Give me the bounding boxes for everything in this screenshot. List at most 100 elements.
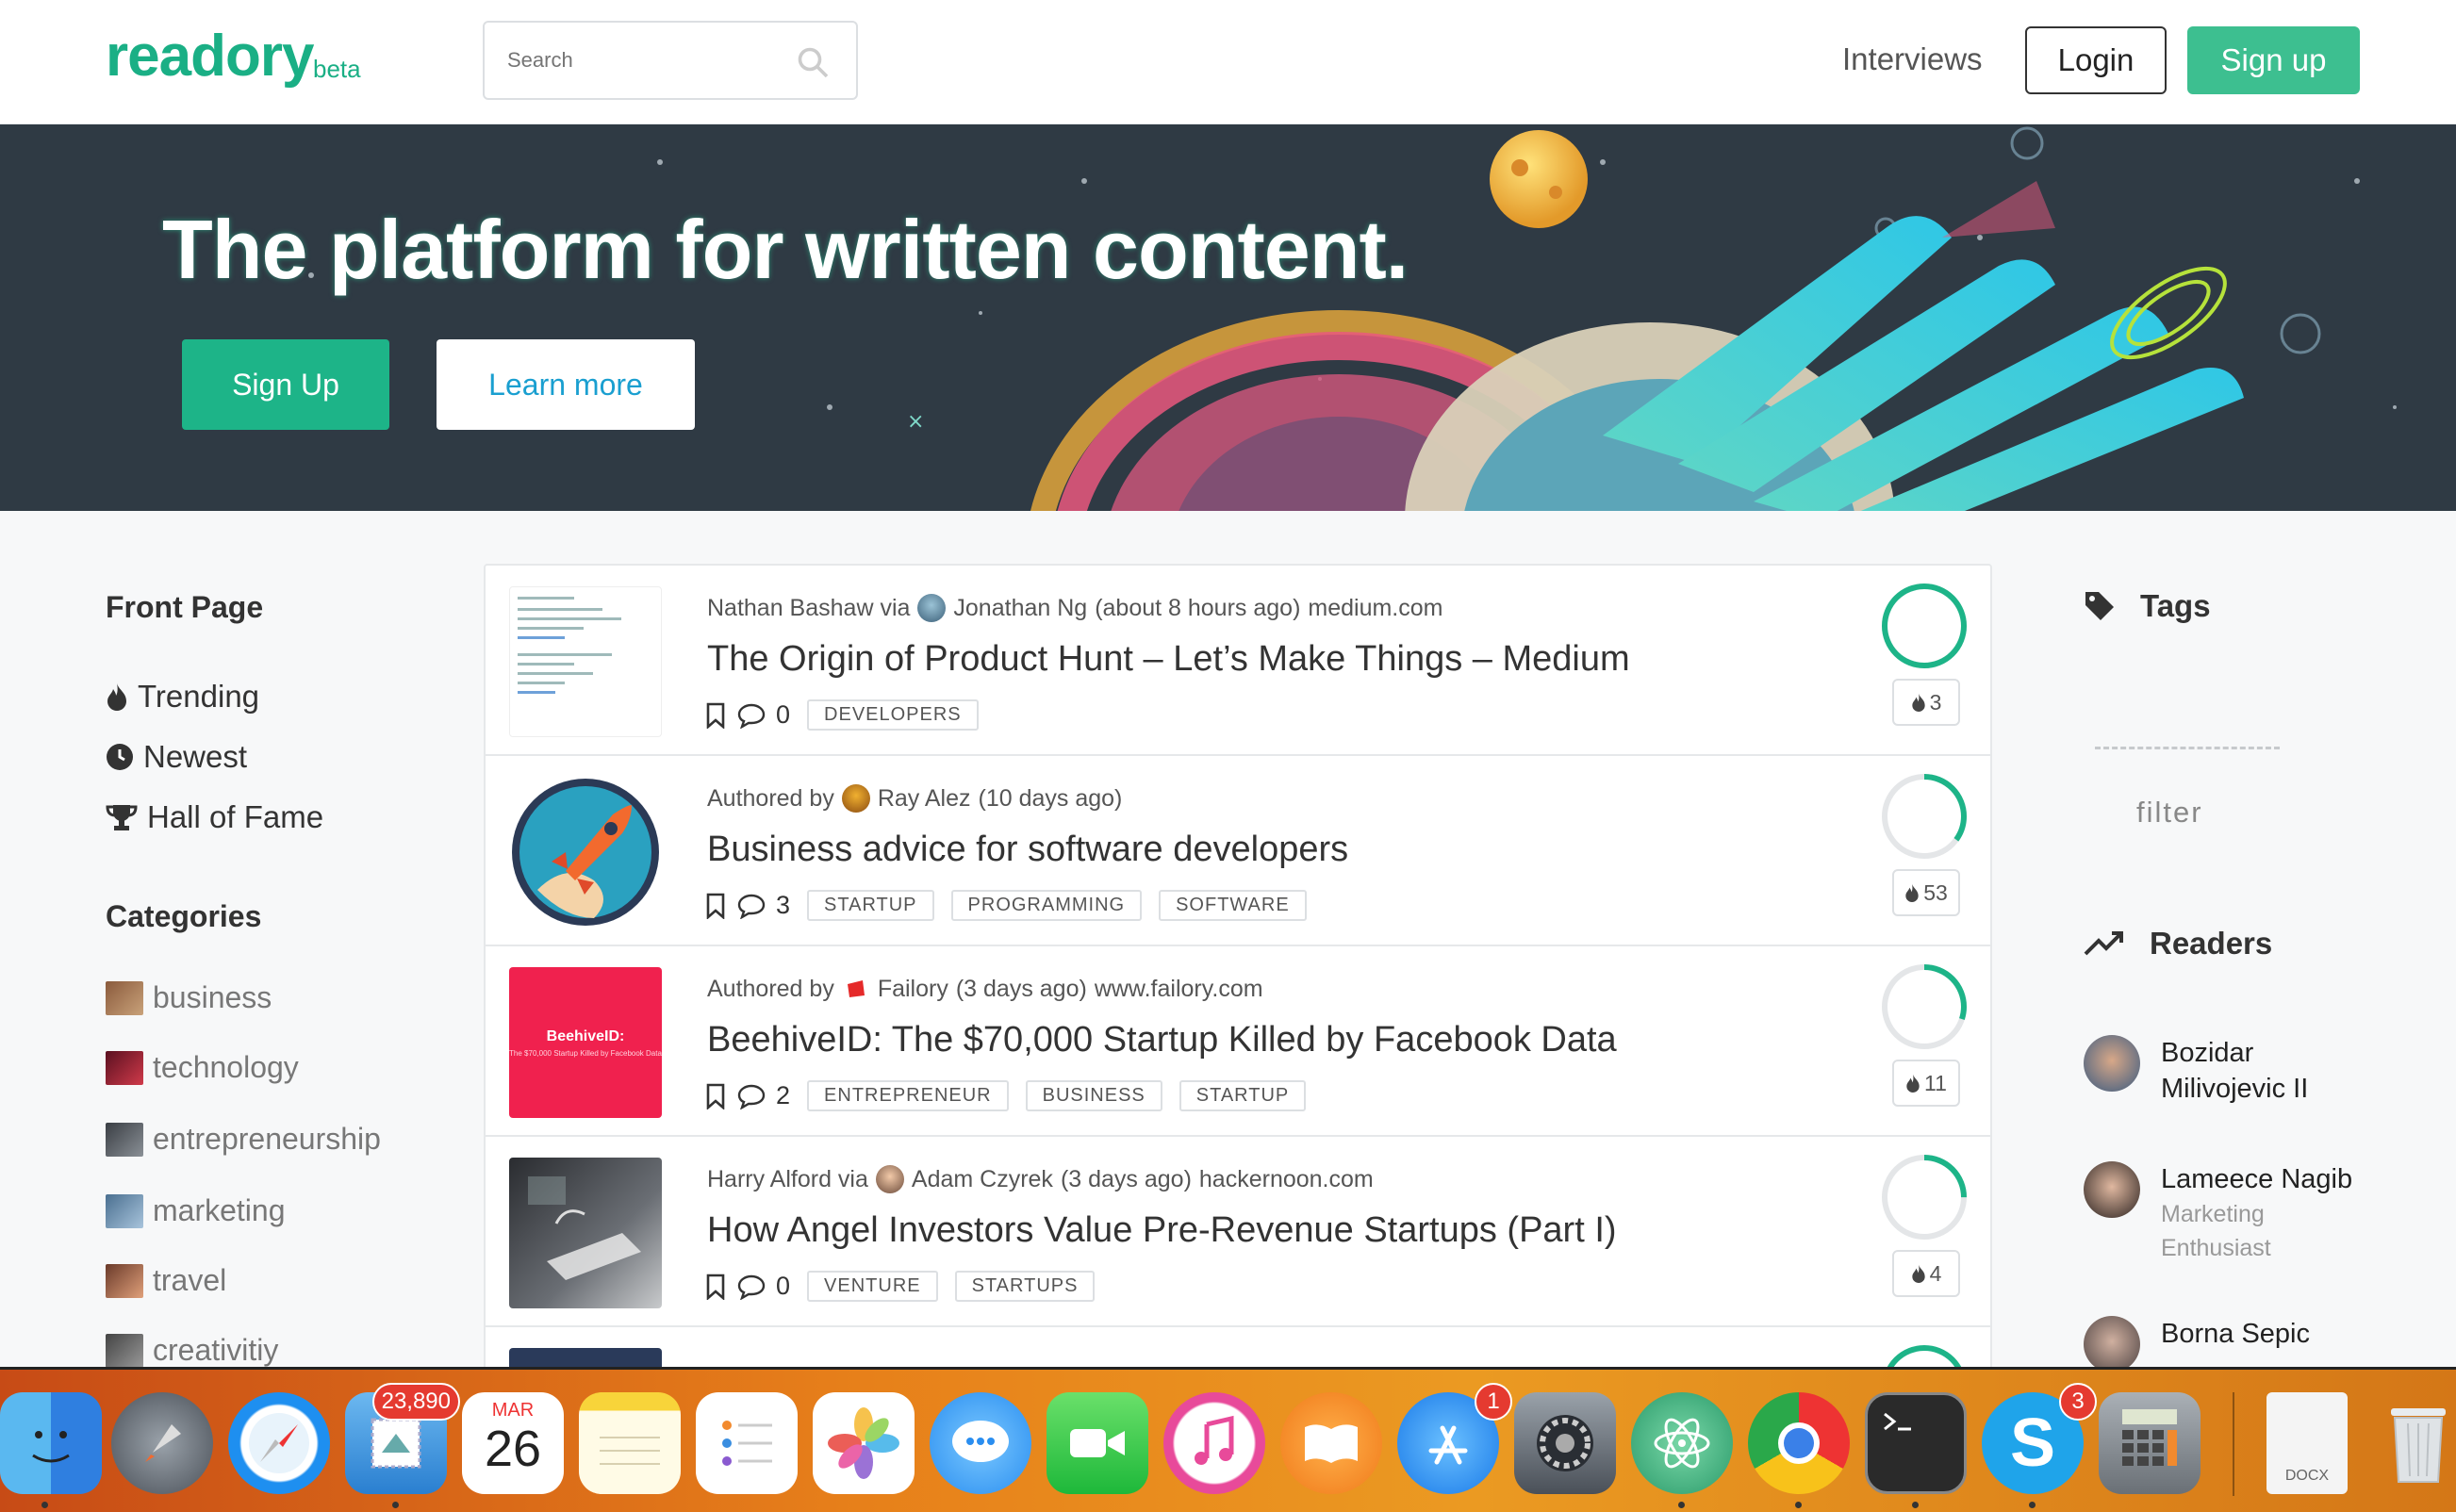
- comment-icon[interactable]: [736, 1083, 766, 1109]
- progress-ring: [1882, 583, 1967, 668]
- avatar[interactable]: [841, 784, 870, 813]
- calendar-icon[interactable]: MAR 26: [462, 1392, 564, 1494]
- bookmark-icon[interactable]: [704, 893, 727, 919]
- score-badge[interactable]: 53: [1892, 869, 1960, 916]
- skype-icon[interactable]: S 3: [1982, 1383, 2097, 1494]
- nav-newest[interactable]: Newest: [106, 739, 247, 775]
- article-thumbnail[interactable]: [509, 1158, 662, 1308]
- notes-lines-icon: [600, 1437, 660, 1465]
- notes-icon[interactable]: [579, 1392, 681, 1494]
- calculator-icon[interactable]: [2099, 1392, 2201, 1494]
- source-domain[interactable]: hackernoon.com: [1199, 1166, 1374, 1193]
- avatar[interactable]: [2084, 1316, 2140, 1372]
- music-note-icon: [1195, 1415, 1234, 1465]
- hero-signup-button[interactable]: Sign Up: [182, 339, 389, 430]
- comment-icon[interactable]: [736, 893, 766, 919]
- category-travel[interactable]: travel: [106, 1263, 226, 1298]
- score-value: 4: [1929, 1260, 1942, 1286]
- source-domain[interactable]: medium.com: [1308, 595, 1442, 622]
- score-badge[interactable]: 11: [1892, 1060, 1960, 1107]
- terminal-icon[interactable]: [1865, 1392, 1967, 1494]
- article-row[interactable]: BeehiveID: The $70,000 Startup Killed by…: [486, 946, 1990, 1137]
- avatar[interactable]: [875, 1165, 904, 1193]
- score-badge[interactable]: 3: [1892, 679, 1960, 726]
- category-marketing[interactable]: marketing: [106, 1193, 286, 1228]
- author-name[interactable]: Jonathan Ng: [953, 595, 1087, 622]
- article-thumbnail[interactable]: BeehiveID: The $70,000 Startup Killed by…: [509, 967, 662, 1118]
- finder-icon[interactable]: [0, 1392, 102, 1494]
- mail-icon[interactable]: 23,890: [345, 1383, 460, 1494]
- search-box[interactable]: [483, 21, 858, 100]
- search-icon[interactable]: [796, 45, 830, 79]
- author-name[interactable]: Adam Czyrek: [912, 1166, 1053, 1193]
- nav-hall-of-fame[interactable]: Hall of Fame: [106, 799, 323, 835]
- tag[interactable]: PROGRAMMING: [950, 890, 1143, 921]
- tag[interactable]: STARTUP: [807, 890, 934, 921]
- nav-trending[interactable]: Trending: [106, 679, 259, 715]
- learn-more-button[interactable]: Learn more: [437, 339, 695, 430]
- category-entrepreneurship[interactable]: entrepreneurship: [106, 1122, 381, 1157]
- tag[interactable]: VENTURE: [807, 1271, 938, 1302]
- reader-item[interactable]: Borna Sepic: [2084, 1316, 2310, 1372]
- comment-icon[interactable]: [736, 1274, 766, 1300]
- article-row[interactable]: Authored by Ray Alez (10 days ago) Busin…: [486, 756, 1990, 946]
- article-title[interactable]: BeehiveID: The $70,000 Startup Killed by…: [707, 1020, 1617, 1060]
- avatar[interactable]: [2084, 1161, 2140, 1218]
- tag[interactable]: STARTUP: [1179, 1080, 1307, 1111]
- article-thumbnail[interactable]: [509, 777, 662, 928]
- itunes-icon[interactable]: [1163, 1392, 1265, 1494]
- score-badge[interactable]: 4: [1892, 1250, 1960, 1297]
- facetime-icon[interactable]: [1047, 1392, 1148, 1494]
- reader-name[interactable]: Borna Sepic: [2161, 1316, 2310, 1352]
- bookmark-icon[interactable]: [704, 1083, 727, 1109]
- category-technology[interactable]: technology: [106, 1050, 299, 1085]
- tag[interactable]: STARTUPS: [954, 1271, 1096, 1302]
- safari-icon[interactable]: [228, 1392, 330, 1494]
- comment-icon[interactable]: [736, 702, 766, 729]
- avatar[interactable]: [917, 594, 947, 622]
- reminders-icon[interactable]: [696, 1392, 798, 1494]
- article-row[interactable]: Harry Alford via Adam Czyrek (3 days ago…: [486, 1137, 1990, 1327]
- ibooks-icon[interactable]: [1280, 1392, 1382, 1494]
- article-thumbnail[interactable]: [509, 586, 662, 737]
- reader-name[interactable]: Lameece Nagib: [2161, 1161, 2352, 1197]
- article-title[interactable]: Business advice for software developers: [707, 830, 1348, 870]
- failory-logo-icon[interactable]: [842, 975, 870, 1003]
- tag[interactable]: ENTREPRENEUR: [807, 1080, 1009, 1111]
- nav-interviews-link[interactable]: Interviews: [1842, 41, 1983, 77]
- reader-name[interactable]: Bozidar Milivojevic II: [2161, 1035, 2368, 1107]
- document-file-icon[interactable]: DOCX: [2266, 1392, 2348, 1494]
- signup-button[interactable]: Sign up: [2187, 26, 2360, 94]
- photos-icon[interactable]: [813, 1392, 915, 1494]
- search-input[interactable]: [507, 41, 790, 79]
- trash-icon[interactable]: [2380, 1392, 2456, 1494]
- login-button[interactable]: Login: [2025, 26, 2167, 94]
- bookmark-icon[interactable]: [704, 702, 727, 729]
- logo[interactable]: readory: [106, 23, 314, 90]
- post-time: (3 days ago): [955, 975, 1087, 1002]
- article-row[interactable]: Nathan Bashaw via Jonathan Ng (about 8 h…: [486, 566, 1990, 756]
- filter-input[interactable]: filter: [2136, 796, 2203, 830]
- avatar[interactable]: [2084, 1035, 2140, 1092]
- atom-icon[interactable]: [1631, 1392, 1733, 1494]
- reader-item[interactable]: Bozidar Milivojevic II: [2084, 1035, 2368, 1107]
- tag[interactable]: BUSINESS: [1025, 1080, 1162, 1111]
- launchpad-icon[interactable]: [111, 1392, 213, 1494]
- bookmark-icon[interactable]: [704, 1274, 727, 1300]
- category-label: travel: [153, 1263, 227, 1297]
- flame-icon: [1911, 1264, 1925, 1283]
- author-name[interactable]: Failory: [878, 976, 948, 1003]
- category-creativity[interactable]: creativitiy: [106, 1333, 278, 1368]
- chrome-icon[interactable]: [1748, 1392, 1850, 1494]
- reader-item[interactable]: Lameece Nagib Marketing Enthusiast: [2084, 1161, 2352, 1265]
- source-domain[interactable]: www.failory.com: [1095, 976, 1263, 1003]
- author-name[interactable]: Ray Alez: [878, 785, 971, 813]
- tag[interactable]: DEVELOPERS: [807, 699, 979, 731]
- messages-icon[interactable]: [930, 1392, 1031, 1494]
- app-store-icon[interactable]: 1: [1397, 1383, 1512, 1494]
- tag[interactable]: SOFTWARE: [1159, 890, 1307, 921]
- category-business[interactable]: business: [106, 980, 272, 1015]
- article-title[interactable]: The Origin of Product Hunt – Let’s Make …: [707, 639, 1630, 680]
- system-preferences-icon[interactable]: [1514, 1392, 1616, 1494]
- article-title[interactable]: How Angel Investors Value Pre-Revenue St…: [707, 1210, 1617, 1251]
